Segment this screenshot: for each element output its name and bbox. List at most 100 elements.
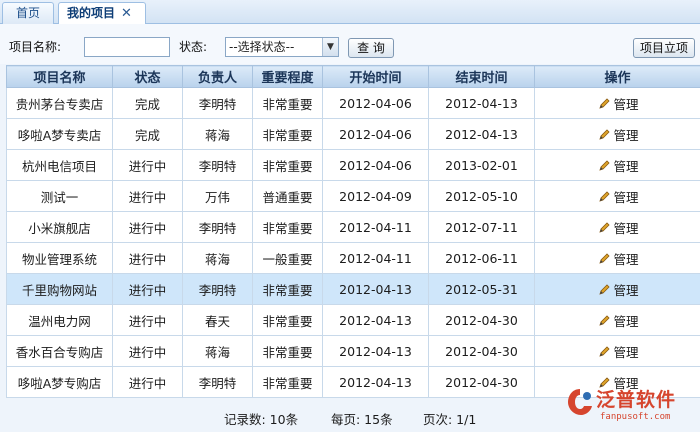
importance-cell: 非常重要 (252, 366, 323, 398)
column-header: 负责人 (182, 65, 253, 88)
action-cell: 管理 (534, 273, 700, 305)
start-date-cell: 2012-04-13 (322, 273, 429, 305)
project-table: 项目名称 状态 负责人 重要程度 开始时间 结束时间 操作 贵州茅台专卖店 完成 李明特 非常重要… (6, 65, 700, 398)
table-row[interactable]: 千里购物网站 进行中 李明特 非常重要 2012-04-13 2012-05-31 管理 (6, 273, 700, 305)
project-name-cell: 贵州茅台专卖店 (6, 87, 113, 119)
project-name-cell: 物业管理系统 (6, 242, 113, 274)
manage-link[interactable]: 管理 (596, 249, 639, 268)
project-name-cell: 千里购物网站 (6, 273, 113, 305)
importance-cell: 一般重要 (252, 242, 323, 274)
status-cell: 进行中 (112, 335, 183, 367)
start-date-cell: 2012-04-13 (322, 335, 429, 367)
table-row[interactable]: 贵州茅台专卖店 完成 李明特 非常重要 2012-04-06 2012-04-13 管理 (6, 87, 700, 119)
record-count: 记录数: 10条 (224, 412, 299, 427)
tab-my-projects[interactable]: 我的项目 ✕ (58, 2, 146, 25)
status-label: 状态: (179, 40, 208, 54)
action-cell: 管理 (534, 149, 700, 181)
project-name-label: 项目名称: (9, 40, 62, 54)
importance-cell: 非常重要 (252, 87, 323, 119)
manage-label: 管理 (613, 220, 639, 236)
tab-my-projects-label: 我的项目 (67, 6, 116, 20)
manage-label: 管理 (613, 158, 639, 174)
manage-label: 管理 (613, 189, 639, 205)
owner-cell: 万伟 (182, 180, 253, 212)
table-row[interactable]: 香水百合专购店 进行中 蒋海 非常重要 2012-04-13 2012-04-30 管理 (6, 335, 700, 367)
status-cell: 进行中 (112, 242, 183, 274)
table-row[interactable]: 物业管理系统 进行中 蒋海 一般重要 2012-04-11 2012-06-11 管理 (6, 242, 700, 274)
add-project-button[interactable]: 项目立项 (633, 38, 695, 58)
column-header: 项目名称 (6, 65, 113, 88)
owner-cell: 蒋海 (182, 335, 253, 367)
status-select[interactable]: --选择状态-- ▼ (225, 37, 339, 57)
owner-cell: 李明特 (182, 149, 253, 181)
importance-cell: 非常重要 (252, 304, 323, 336)
brand-logo: 泛普软件 fanpusoft.com (566, 385, 696, 429)
importance-cell: 非常重要 (252, 149, 323, 181)
project-name-input[interactable] (84, 37, 170, 57)
table-row[interactable]: 小米旗舰店 进行中 李明特 非常重要 2012-04-11 2012-07-11 管理 (6, 211, 700, 243)
table-row[interactable]: 哆啦A梦专卖店 完成 蒋海 非常重要 2012-04-06 2012-04-13 管理 (6, 118, 700, 150)
manage-link[interactable]: 管理 (596, 218, 639, 237)
manage-link[interactable]: 管理 (596, 311, 639, 330)
importance-cell: 非常重要 (252, 211, 323, 243)
manage-link[interactable]: 管理 (596, 156, 639, 175)
status-cell: 进行中 (112, 180, 183, 212)
query-button[interactable]: 查 询 (348, 38, 394, 58)
end-date-cell: 2012-05-10 (428, 180, 535, 212)
project-name-cell: 杭州电信项目 (6, 149, 113, 181)
manage-label: 管理 (613, 282, 639, 298)
chevron-down-icon[interactable]: ▼ (322, 38, 338, 56)
manage-label: 管理 (613, 127, 639, 143)
pencil-icon (598, 283, 611, 296)
owner-cell: 春天 (182, 304, 253, 336)
manage-link[interactable]: 管理 (596, 94, 639, 113)
manage-link[interactable]: 管理 (596, 125, 639, 144)
status-select-value: --选择状态-- (229, 40, 295, 54)
owner-cell: 李明特 (182, 273, 253, 305)
tab-home[interactable]: 首页 (2, 2, 54, 24)
tab-bar: 首页 我的项目 ✕ (0, 0, 700, 25)
status-cell: 进行中 (112, 211, 183, 243)
action-cell: 管理 (534, 304, 700, 336)
manage-label: 管理 (613, 251, 639, 267)
importance-cell: 非常重要 (252, 118, 323, 150)
owner-cell: 蒋海 (182, 242, 253, 274)
start-date-cell: 2012-04-09 (322, 180, 429, 212)
table-row[interactable]: 测试一 进行中 万伟 普通重要 2012-04-09 2012-05-10 管理 (6, 180, 700, 212)
importance-cell: 非常重要 (252, 273, 323, 305)
brand-name: 泛普软件 (596, 389, 677, 411)
start-date-cell: 2012-04-13 (322, 366, 429, 398)
pencil-icon (598, 159, 611, 172)
end-date-cell: 2012-05-31 (428, 273, 535, 305)
end-date-cell: 2012-04-13 (428, 87, 535, 119)
start-date-cell: 2012-04-11 (322, 242, 429, 274)
manage-link[interactable]: 管理 (596, 187, 639, 206)
start-date-cell: 2012-04-06 (322, 149, 429, 181)
manage-link[interactable]: 管理 (596, 342, 639, 361)
project-name-cell: 测试一 (6, 180, 113, 212)
owner-cell: 李明特 (182, 87, 253, 119)
column-header: 重要程度 (252, 65, 323, 88)
action-cell: 管理 (534, 180, 700, 212)
action-cell: 管理 (534, 211, 700, 243)
filter-toolbar: 项目名称: 状态: --选择状态-- ▼ 查 询 项目立项 (0, 24, 700, 64)
column-header: 状态 (112, 65, 183, 88)
end-date-cell: 2012-04-30 (428, 366, 535, 398)
end-date-cell: 2012-04-30 (428, 335, 535, 367)
end-date-cell: 2012-07-11 (428, 211, 535, 243)
pencil-icon (598, 190, 611, 203)
manage-link[interactable]: 管理 (596, 280, 639, 299)
owner-cell: 蒋海 (182, 118, 253, 150)
table-row[interactable]: 杭州电信项目 进行中 李明特 非常重要 2012-04-06 2013-02-01 管理 (6, 149, 700, 181)
table-row[interactable]: 温州电力网 进行中 春天 非常重要 2012-04-13 2012-04-30 管理 (6, 304, 700, 336)
project-name-cell: 小米旗舰店 (6, 211, 113, 243)
table-header-row: 项目名称 状态 负责人 重要程度 开始时间 结束时间 操作 (6, 65, 700, 88)
owner-cell: 李明特 (182, 366, 253, 398)
manage-label: 管理 (613, 96, 639, 112)
brand-url: fanpusoft.com (600, 412, 671, 422)
close-icon[interactable]: ✕ (121, 4, 132, 24)
action-cell: 管理 (534, 118, 700, 150)
end-date-cell: 2012-04-30 (428, 304, 535, 336)
action-cell: 管理 (534, 242, 700, 274)
manage-label: 管理 (613, 344, 639, 360)
